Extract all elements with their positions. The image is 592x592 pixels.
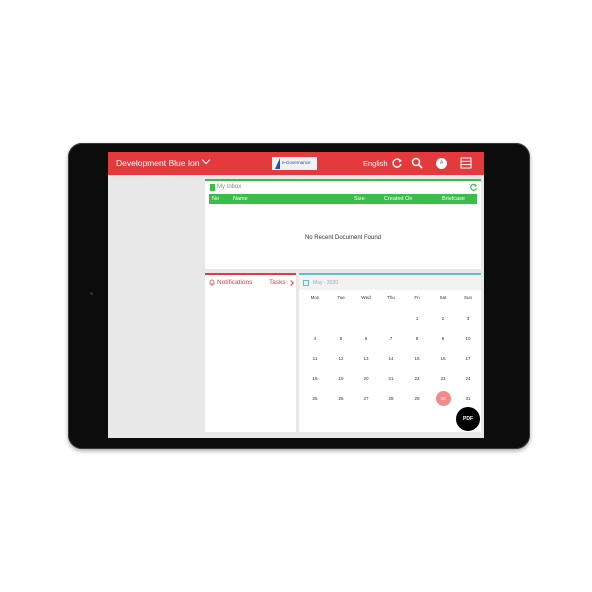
app-logo: e-Governance <box>272 157 317 170</box>
calendar-month: May - 2020 <box>313 280 339 286</box>
calendar-day[interactable]: 9 <box>431 336 455 341</box>
notifications-tab[interactable]: Notifications <box>217 279 252 286</box>
calendar-day[interactable]: 10 <box>456 336 480 341</box>
calendar-day[interactable]: 1 <box>405 316 429 321</box>
calendar-day[interactable]: 17 <box>456 356 480 361</box>
weekday-label: Fri <box>414 295 420 300</box>
refresh-icon[interactable] <box>469 183 478 192</box>
chevron-right-icon[interactable] <box>288 280 294 286</box>
column-header[interactable]: Created On <box>384 196 412 202</box>
calendar-day[interactable]: 20 <box>354 376 378 381</box>
weekday-label: Mon <box>310 295 320 300</box>
app-screen: Development Blue Ion e-Governance Englis… <box>108 152 484 438</box>
empty-state: No Recent Document Found <box>304 235 382 241</box>
calendar-day[interactable]: 22 <box>405 376 429 381</box>
calendar-day[interactable]: 19 <box>329 376 353 381</box>
calendar-icon <box>303 280 309 286</box>
calendar-day[interactable]: 2 <box>431 316 455 321</box>
calendar-day[interactable]: 3 <box>456 316 480 321</box>
calendar-day[interactable]: 14 <box>379 356 403 361</box>
column-header[interactable]: Briefcase <box>442 196 465 202</box>
calendar-day[interactable]: 18 <box>303 376 327 381</box>
calendar-day[interactable]: 16 <box>431 356 455 361</box>
tasks-tab[interactable]: Tasks <box>269 279 286 286</box>
chevron-down-icon[interactable] <box>201 155 211 165</box>
calendar-day[interactable]: 4 <box>303 336 327 341</box>
search-icon[interactable] <box>411 157 423 169</box>
calendar-day[interactable]: 13 <box>354 356 378 361</box>
weekday-label: Sun <box>463 295 472 300</box>
calendar-panel: May - 2020 Mon Tue Wed Thu Fri Sat Sun 1 2 3 4 5 6 7 8… <box>299 273 481 432</box>
calendar-day[interactable]: 7 <box>379 336 403 341</box>
document-icon <box>210 184 215 191</box>
calendar-day[interactable]: 30 <box>435 391 451 406</box>
calendar-day[interactable]: 25 <box>303 396 327 401</box>
inbox-table-header: No Name Size Created On Briefcase <box>209 194 477 204</box>
calendar-day[interactable]: 24 <box>456 376 480 381</box>
calendar-day[interactable]: 27 <box>354 396 378 401</box>
calendar-day[interactable]: 26 <box>329 396 353 401</box>
weekday-label: Thu <box>387 295 395 300</box>
calendar-day[interactable]: 11 <box>303 356 327 361</box>
column-header[interactable]: Size <box>354 196 365 202</box>
column-header[interactable]: No <box>212 196 219 202</box>
calendar-header: May - 2020 <box>299 277 481 290</box>
calendar-day[interactable]: 12 <box>329 356 353 361</box>
language-selector[interactable]: English <box>363 159 388 168</box>
calendar-day[interactable]: 5 <box>329 336 353 341</box>
menu-icon[interactable] <box>460 157 472 169</box>
top-bar: Development Blue Ion e-Governance Englis… <box>108 152 484 175</box>
sidebar <box>108 175 204 438</box>
pdf-button[interactable]: PDF <box>456 407 480 431</box>
camera-dot <box>90 292 93 295</box>
refresh-icon[interactable] <box>391 157 403 169</box>
notifications-panel: Notifications Tasks <box>205 273 296 432</box>
workspace-selector[interactable]: Development Blue Ion <box>116 158 200 168</box>
calendar-day[interactable]: 23 <box>431 376 455 381</box>
weekday-label: Sat <box>439 295 447 300</box>
calendar-day[interactable]: 8 <box>405 336 429 341</box>
avatar[interactable]: A <box>436 158 447 169</box>
weekday-label: Wed <box>361 295 371 300</box>
calendar-day[interactable]: 6 <box>354 336 378 341</box>
calendar-day[interactable]: 29 <box>405 396 429 401</box>
calendar-day[interactable]: 31 <box>456 396 480 401</box>
bell-icon <box>209 279 215 286</box>
calendar-day[interactable]: 28 <box>379 396 403 401</box>
calendar-day[interactable]: 15 <box>405 356 429 361</box>
weekday-label: Tue <box>337 295 345 300</box>
calendar-day[interactable]: 21 <box>379 376 403 381</box>
column-header[interactable]: Name <box>233 196 248 202</box>
inbox-panel: My Inbox No Name Size Created On Briefca… <box>205 179 481 269</box>
inbox-title: My Inbox <box>217 184 242 190</box>
